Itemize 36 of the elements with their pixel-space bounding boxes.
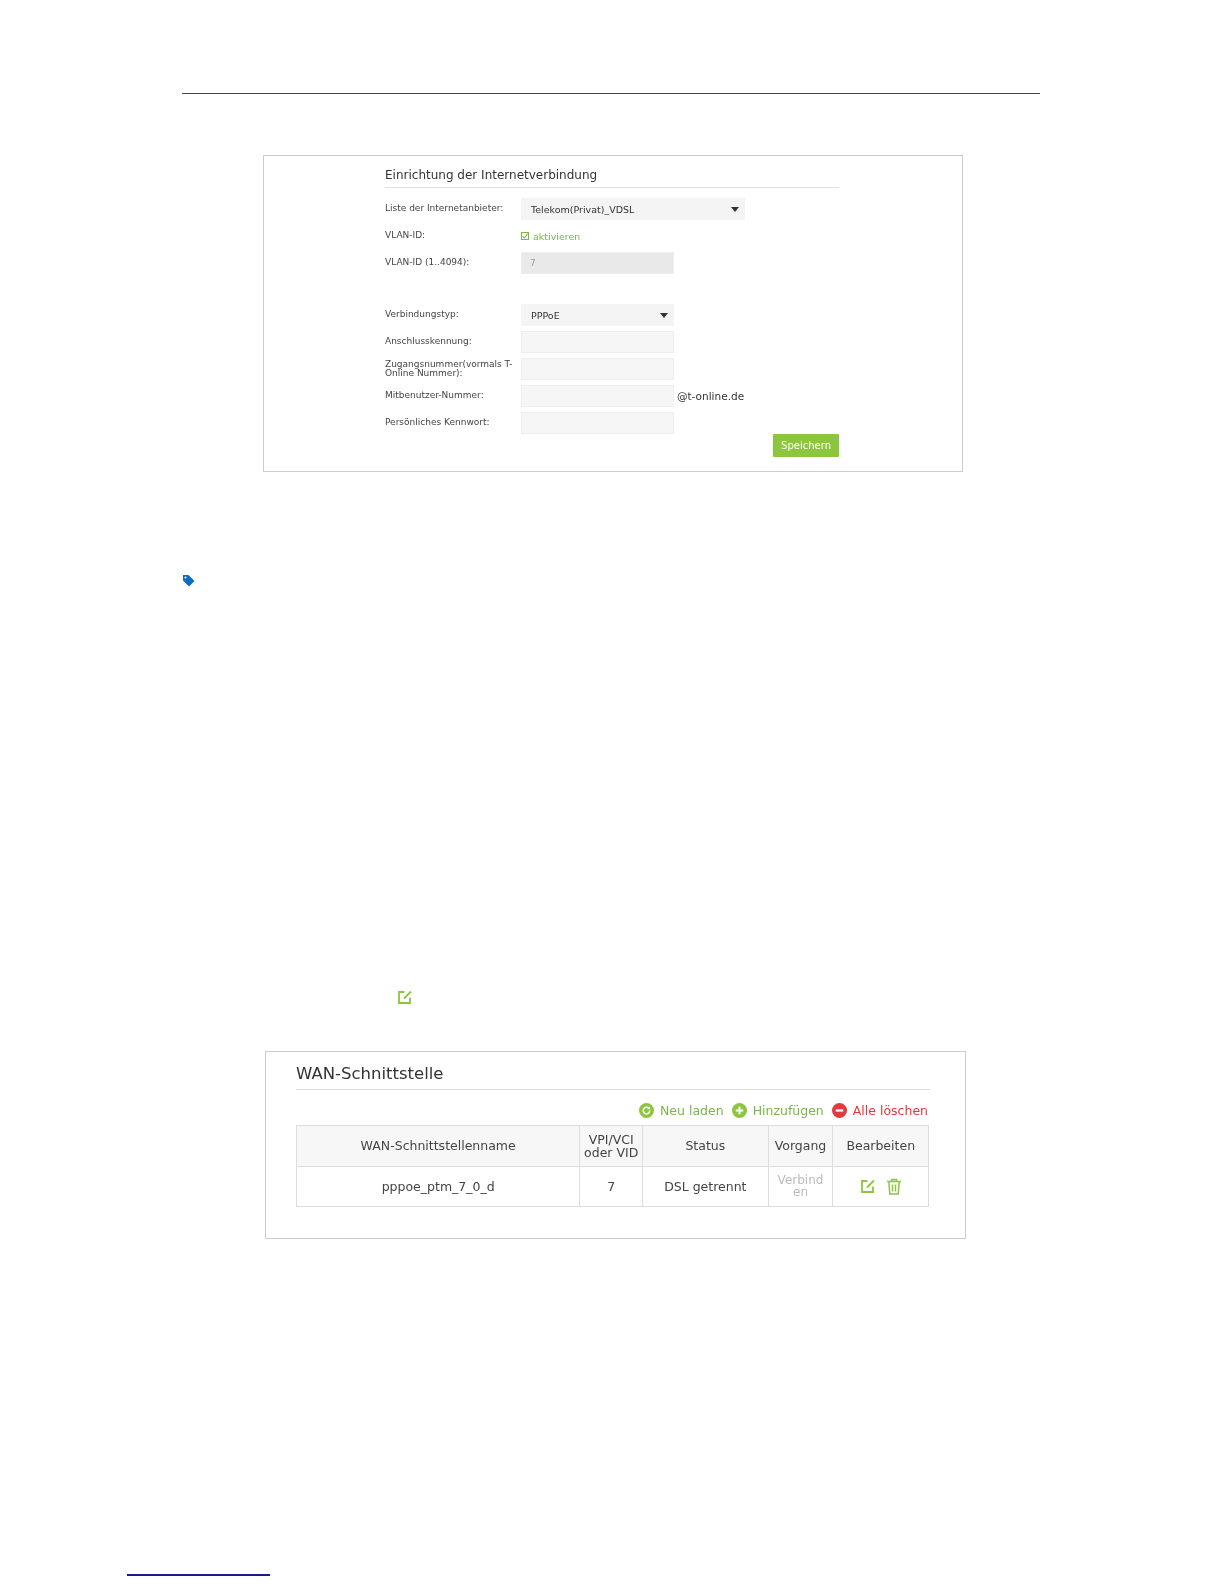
table-cell: pppoe_ptm_7_0_d: [296, 1166, 580, 1207]
table-cell: DSL getrennt: [642, 1166, 769, 1207]
dropdown[interactable]: PPPoE: [521, 304, 674, 326]
toolbar-action[interactable]: Neu laden: [639, 1103, 724, 1118]
minus-icon: [831, 1103, 847, 1118]
save-button[interactable]: Speichern: [773, 434, 839, 457]
column-header: Bearbeiten: [832, 1125, 929, 1167]
domain-suffix: @t-online.de: [677, 390, 745, 402]
edit-icon[interactable]: [397, 989, 413, 1005]
tag-icon: [182, 574, 195, 587]
caret-icon: [660, 312, 668, 318]
toolbar-action[interactable]: Alle löschen: [831, 1103, 928, 1118]
field-label: VLAN-ID (1..4094):: [385, 258, 471, 268]
panel-title: Einrichtung der Internetverbindung: [385, 168, 839, 188]
dropdown[interactable]: Telekom(Privat)_VDSL: [521, 198, 745, 220]
checkbox[interactable]: [521, 232, 529, 240]
field-label: Persönliches Kennwort:: [385, 418, 491, 428]
checkbox-label[interactable]: aktivieren: [533, 230, 581, 242]
toolbar-action[interactable]: Hinzufügen: [731, 1103, 824, 1118]
field-label: Liste der Internetanbieter:: [385, 204, 505, 214]
field-label: Anschlusskennung:: [385, 337, 473, 347]
plus-icon: [731, 1103, 747, 1118]
trash-icon[interactable]: [885, 1178, 902, 1195]
edit-icon[interactable]: [859, 1178, 876, 1194]
field-label: Verbindungstyp:: [385, 310, 460, 320]
refresh-icon: [639, 1103, 654, 1118]
table-cell: 7: [579, 1166, 643, 1207]
field-label: VLAN-ID:: [385, 231, 427, 241]
column-header: Status: [642, 1125, 769, 1167]
caret-icon: [731, 206, 739, 212]
field-label: Mitbenutzer-Nummer:: [385, 391, 485, 401]
column-header: WAN-Schnittstellenname: [296, 1125, 580, 1167]
field-label: Zugangsnummer(vormals T-Online Nummer):: [385, 359, 514, 379]
column-header: Vorgang: [768, 1125, 833, 1167]
column-header: VPI/VCI oder VID: [579, 1125, 643, 1167]
panel-title: WAN-Schnittstelle: [296, 1064, 930, 1090]
